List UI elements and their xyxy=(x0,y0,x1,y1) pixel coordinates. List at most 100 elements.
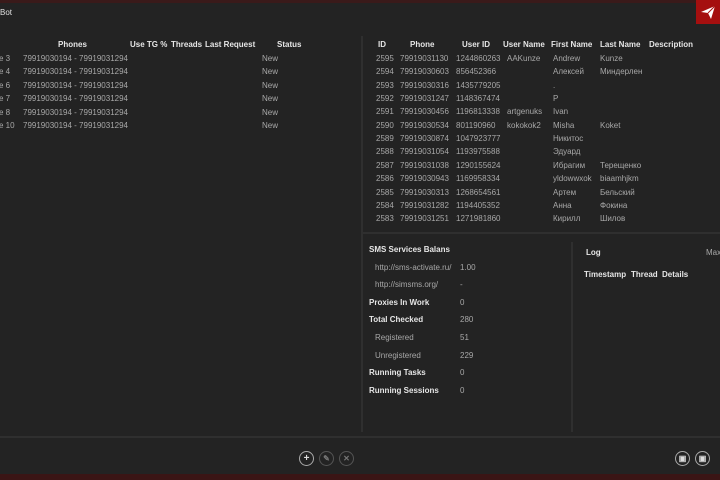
user-cell[interactable]: Эдуард xyxy=(553,147,580,156)
user-cell[interactable]: kokokok2 xyxy=(507,121,541,130)
user-cell[interactable]: 79919030316 xyxy=(400,81,449,90)
user-cell[interactable]: 1271981860 xyxy=(456,214,501,223)
users-col-header[interactable]: ID xyxy=(378,40,386,49)
task-phones[interactable]: 79919030194 - 79919031294 xyxy=(23,121,128,130)
user-cell[interactable]: 1148367474 xyxy=(456,94,500,103)
user-cell[interactable]: Kunze xyxy=(600,54,623,63)
tasks-col-header[interactable]: Use TG % xyxy=(130,40,167,49)
task-name[interactable]: e 3 xyxy=(0,54,10,63)
users-col-header[interactable]: User ID xyxy=(462,40,490,49)
log-col-timestamp[interactable]: Timestamp xyxy=(584,270,626,279)
user-cell[interactable]: 2594 xyxy=(376,67,394,76)
task-name[interactable]: e 4 xyxy=(0,67,10,76)
user-cell[interactable]: AAKunze xyxy=(507,54,540,63)
export-button[interactable]: ▣ xyxy=(675,451,690,466)
task-phones[interactable]: 79919030194 - 79919031294 xyxy=(23,94,128,103)
user-cell[interactable]: 79919030313 xyxy=(400,188,449,197)
user-cell[interactable]: 1268654561 xyxy=(456,188,501,197)
log-col-details[interactable]: Details xyxy=(662,270,688,279)
task-status[interactable]: New xyxy=(262,81,278,90)
user-cell[interactable]: Кирилл xyxy=(553,214,580,223)
user-cell[interactable]: 79919030534 xyxy=(400,121,449,130)
add-button[interactable]: + xyxy=(299,451,314,466)
user-cell[interactable]: Алексей xyxy=(553,67,584,76)
user-cell[interactable]: . xyxy=(553,81,555,90)
user-cell[interactable]: 2593 xyxy=(376,81,394,90)
user-cell[interactable]: 856452366 xyxy=(456,67,496,76)
user-cell[interactable]: Andrew xyxy=(553,54,580,63)
user-cell[interactable]: artgenuks xyxy=(507,107,542,116)
user-cell[interactable]: 79919031130 xyxy=(400,54,448,63)
user-cell[interactable]: 79919031247 xyxy=(400,94,449,103)
user-cell[interactable]: 2586 xyxy=(376,174,394,183)
user-cell[interactable]: 801190960 xyxy=(456,121,495,130)
edit-button[interactable]: ✎ xyxy=(319,451,334,466)
user-cell[interactable]: 1193975588 xyxy=(456,147,500,156)
users-col-header[interactable]: User Name xyxy=(503,40,545,49)
tasks-col-header[interactable]: Phones xyxy=(58,40,87,49)
user-cell[interactable]: 79919031282 xyxy=(400,201,449,210)
export-log-button[interactable]: ▣ xyxy=(695,451,710,466)
user-cell[interactable]: 1194405352 xyxy=(456,201,500,210)
user-cell[interactable]: Миндерлен xyxy=(600,67,642,76)
user-cell[interactable]: Шилов xyxy=(600,214,625,223)
user-cell[interactable]: 2589 xyxy=(376,134,394,143)
users-col-header[interactable]: Description xyxy=(649,40,693,49)
user-cell[interactable]: 2590 xyxy=(376,121,394,130)
user-cell[interactable]: 1169958334 xyxy=(456,174,500,183)
user-cell[interactable]: 2592 xyxy=(376,94,394,103)
user-cell[interactable]: 2585 xyxy=(376,188,394,197)
user-cell[interactable]: 1196813338 xyxy=(456,107,500,116)
user-cell[interactable]: biaamhjkm xyxy=(600,174,639,183)
tasks-col-header[interactable]: Status xyxy=(277,40,301,49)
user-cell[interactable]: 79919030943 xyxy=(400,174,449,183)
user-cell[interactable]: 79919031054 xyxy=(400,147,449,156)
user-cell[interactable]: 2584 xyxy=(376,201,394,210)
task-status[interactable]: New xyxy=(262,67,278,76)
task-status[interactable]: New xyxy=(262,121,278,130)
user-cell[interactable]: 1435779205 xyxy=(456,81,501,90)
task-name[interactable]: e 6 xyxy=(0,81,10,90)
user-cell[interactable]: Koket xyxy=(600,121,620,130)
task-phones[interactable]: 79919030194 - 79919031294 xyxy=(23,108,128,117)
user-cell[interactable]: Ибрагим xyxy=(553,161,585,170)
user-cell[interactable]: 2591 xyxy=(376,107,394,116)
user-cell[interactable]: Misha xyxy=(553,121,574,130)
user-cell[interactable]: yldowwxok xyxy=(553,174,592,183)
user-cell[interactable]: 2595 xyxy=(376,54,394,63)
delete-button[interactable]: ✕ xyxy=(339,451,354,466)
log-col-thread[interactable]: Thread xyxy=(631,270,658,279)
user-cell[interactable]: Анна xyxy=(553,201,572,210)
task-name[interactable]: e 8 xyxy=(0,108,10,117)
task-name[interactable]: e 10 xyxy=(0,121,15,130)
user-cell[interactable]: 2588 xyxy=(376,147,394,156)
user-cell[interactable]: P xyxy=(553,94,558,103)
user-cell[interactable]: 1047923777 xyxy=(456,134,501,143)
task-status[interactable]: New xyxy=(262,108,278,117)
task-phones[interactable]: 79919030194 - 79919031294 xyxy=(23,67,128,76)
user-cell[interactable]: Фокина xyxy=(600,201,627,210)
user-cell[interactable]: Ivan xyxy=(553,107,568,116)
user-cell[interactable]: 79919030603 xyxy=(400,67,449,76)
user-cell[interactable]: 2587 xyxy=(376,161,394,170)
user-cell[interactable]: 79919030456 xyxy=(400,107,449,116)
task-status[interactable]: New xyxy=(262,54,278,63)
task-name[interactable]: e 7 xyxy=(0,94,10,103)
user-cell[interactable]: Артем xyxy=(553,188,576,197)
users-col-header[interactable]: Last Name xyxy=(600,40,640,49)
user-cell[interactable]: 1290155624 xyxy=(456,161,501,170)
user-cell[interactable]: 79919030874 xyxy=(400,134,449,143)
task-status[interactable]: New xyxy=(262,94,278,103)
user-cell[interactable]: 2583 xyxy=(376,214,394,223)
user-cell[interactable]: 79919031038 xyxy=(400,161,449,170)
user-cell[interactable]: Никитос xyxy=(553,134,583,143)
users-col-header[interactable]: Phone xyxy=(410,40,434,49)
task-phones[interactable]: 79919030194 - 79919031294 xyxy=(23,81,128,90)
tasks-col-header[interactable]: Threads xyxy=(171,40,202,49)
user-cell[interactable]: 1244860263 xyxy=(456,54,501,63)
tasks-col-header[interactable]: Last Request xyxy=(205,40,255,49)
user-cell[interactable]: Терещенко xyxy=(600,161,641,170)
user-cell[interactable]: Бельский xyxy=(600,188,635,197)
users-col-header[interactable]: First Name xyxy=(551,40,592,49)
task-phones[interactable]: 79919030194 - 79919031294 xyxy=(23,54,128,63)
